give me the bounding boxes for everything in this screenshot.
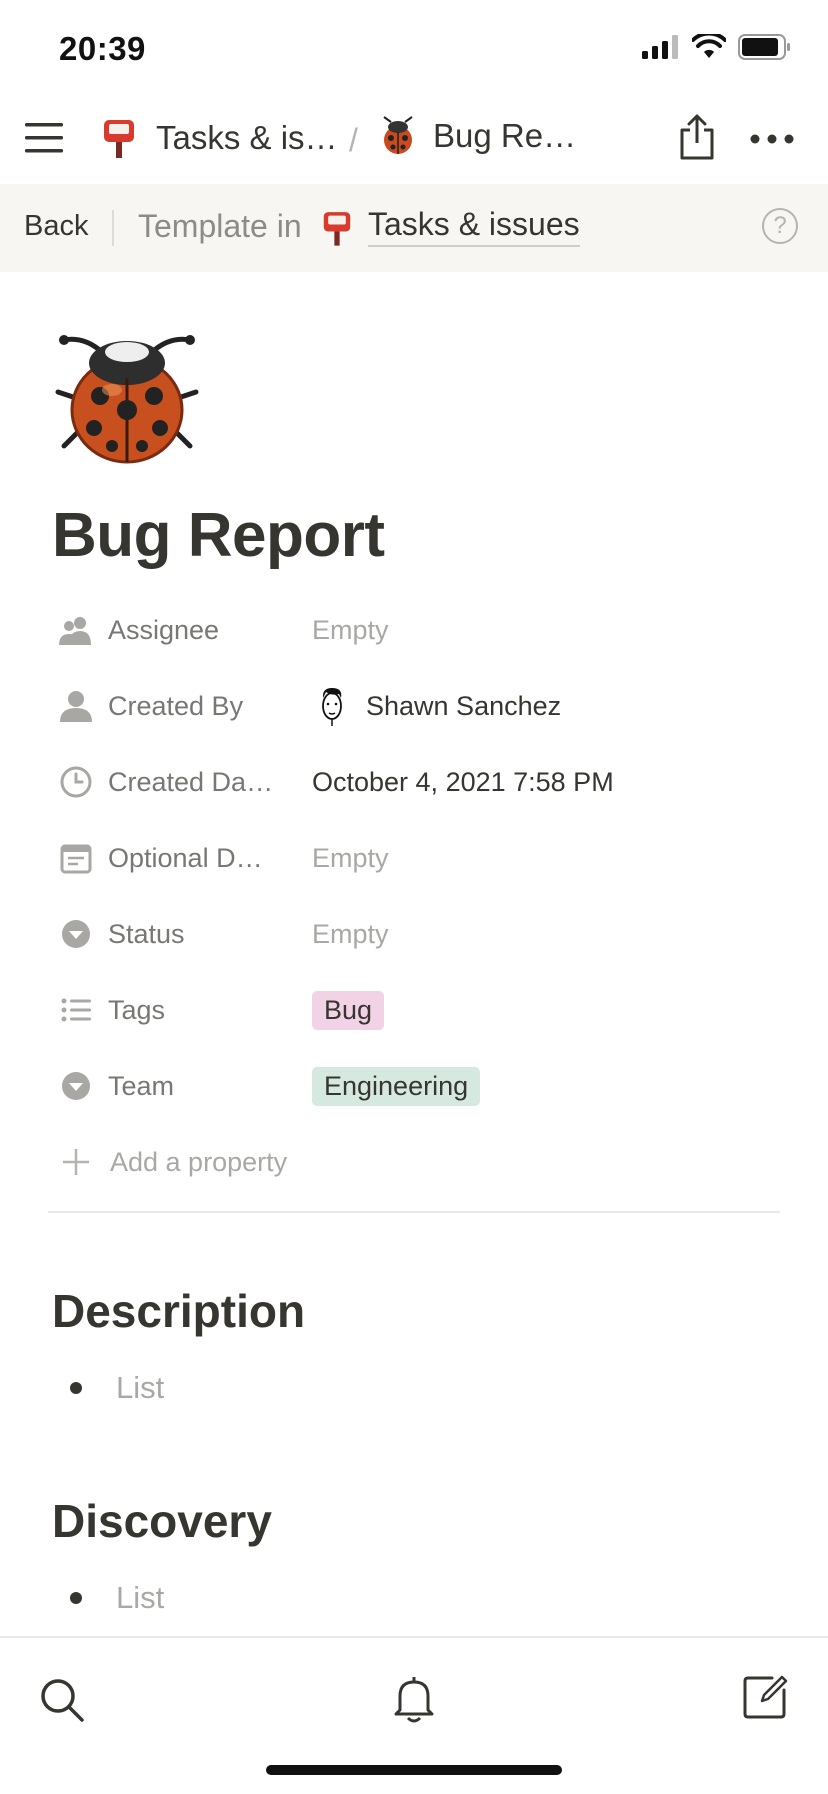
status-icons (642, 34, 792, 60)
template-banner: Back Template in Tasks & issues ? (0, 184, 828, 272)
property-name: Created Da… (108, 766, 274, 797)
more-icon (750, 134, 794, 144)
menu-button[interactable] (25, 122, 63, 154)
hamburger-icon (25, 123, 63, 153)
select-icon (56, 919, 96, 949)
property-status[interactable]: Status Empty (56, 909, 776, 959)
list-icon (56, 998, 96, 1022)
bullet-icon (70, 1382, 82, 1394)
share-button[interactable] (678, 114, 716, 160)
wifi-icon (692, 34, 726, 58)
share-icon (680, 114, 714, 160)
new-page-button[interactable] (742, 1674, 788, 1725)
bullet-icon (70, 1592, 82, 1604)
property-created-by[interactable]: Created By Shawn Sanchez (56, 681, 776, 731)
notifications-button[interactable] (392, 1674, 436, 1729)
breadcrumb-separator: / (349, 122, 358, 158)
plus-icon (56, 1147, 96, 1177)
property-value[interactable]: Bug (312, 990, 385, 1030)
signal-icon (642, 35, 678, 59)
breadcrumb-tasks-label: Tasks & is… (156, 119, 338, 156)
property-name: Status (108, 918, 185, 949)
property-value[interactable]: Engineering (312, 1066, 481, 1106)
property-team[interactable]: Team Engineering (56, 1061, 776, 1111)
tag-bug[interactable]: Bug (312, 990, 385, 1030)
breadcrumb-bug[interactable]: Bug Re… (378, 116, 576, 156)
back-button[interactable]: Back (24, 210, 88, 243)
clock-icon (56, 766, 96, 798)
breadcrumb-bug-label: Bug Re… (433, 117, 577, 154)
navbar: Tasks & is… / Bug Re… (0, 92, 828, 184)
section-heading-discovery[interactable]: Discovery (52, 1494, 272, 1548)
banner-divider (112, 210, 114, 246)
select-icon (56, 1071, 96, 1101)
creator-name: Shawn Sanchez (366, 690, 562, 721)
status-time: 20:39 (59, 30, 146, 67)
properties-divider (48, 1211, 780, 1213)
mailbox-icon (104, 120, 134, 158)
ladybug-icon (383, 116, 413, 154)
property-created-date[interactable]: Created Da… October 4, 2021 7:58 PM (56, 757, 776, 807)
add-property-button[interactable]: Add a property (56, 1137, 776, 1187)
list-item-text: List (116, 1580, 165, 1615)
list-item-text: List (116, 1370, 165, 1405)
page-title[interactable]: Bug Report (52, 500, 385, 571)
section-heading-description[interactable]: Description (52, 1284, 305, 1338)
page-icon-ladybug[interactable] (54, 318, 200, 469)
avatar (322, 688, 342, 726)
property-value[interactable]: Empty (312, 919, 389, 950)
property-name: Assignee (108, 614, 220, 645)
battery-icon (738, 34, 790, 60)
property-value[interactable]: Empty (312, 843, 389, 874)
bell-icon (394, 1677, 434, 1723)
more-button[interactable] (750, 134, 794, 144)
property-name: Optional D… (108, 842, 263, 873)
property-value[interactable]: October 4, 2021 7:58 PM (312, 767, 614, 798)
list-item[interactable]: List (56, 1370, 164, 1406)
property-tags[interactable]: Tags Bug (56, 985, 776, 1035)
mailbox-icon (322, 210, 352, 251)
calendar-icon (56, 842, 96, 874)
property-name: Tags (108, 994, 166, 1025)
people-icon (56, 615, 96, 645)
home-indicator (266, 1765, 562, 1775)
list-item[interactable]: List (56, 1580, 164, 1616)
property-value[interactable]: Empty (312, 615, 389, 646)
add-property-label: Add a property (110, 1146, 288, 1177)
person-icon (56, 690, 96, 722)
database-link[interactable]: Tasks & issues (368, 206, 580, 247)
search-icon (41, 1679, 84, 1722)
tag-engineering[interactable]: Engineering (312, 1066, 481, 1106)
template-in-label: Template in (138, 208, 302, 244)
breadcrumb-tasks[interactable]: Tasks & is… (102, 118, 338, 158)
property-optional-date[interactable]: Optional D… Empty (56, 833, 776, 883)
property-name: Team (108, 1070, 175, 1101)
property-value[interactable]: Shawn Sanchez (318, 686, 561, 726)
search-button[interactable] (40, 1678, 84, 1727)
property-assignee[interactable]: Assignee Empty (56, 605, 776, 655)
help-icon[interactable]: ? (762, 208, 798, 244)
property-name: Created By (108, 690, 244, 721)
compose-icon (743, 1675, 788, 1719)
